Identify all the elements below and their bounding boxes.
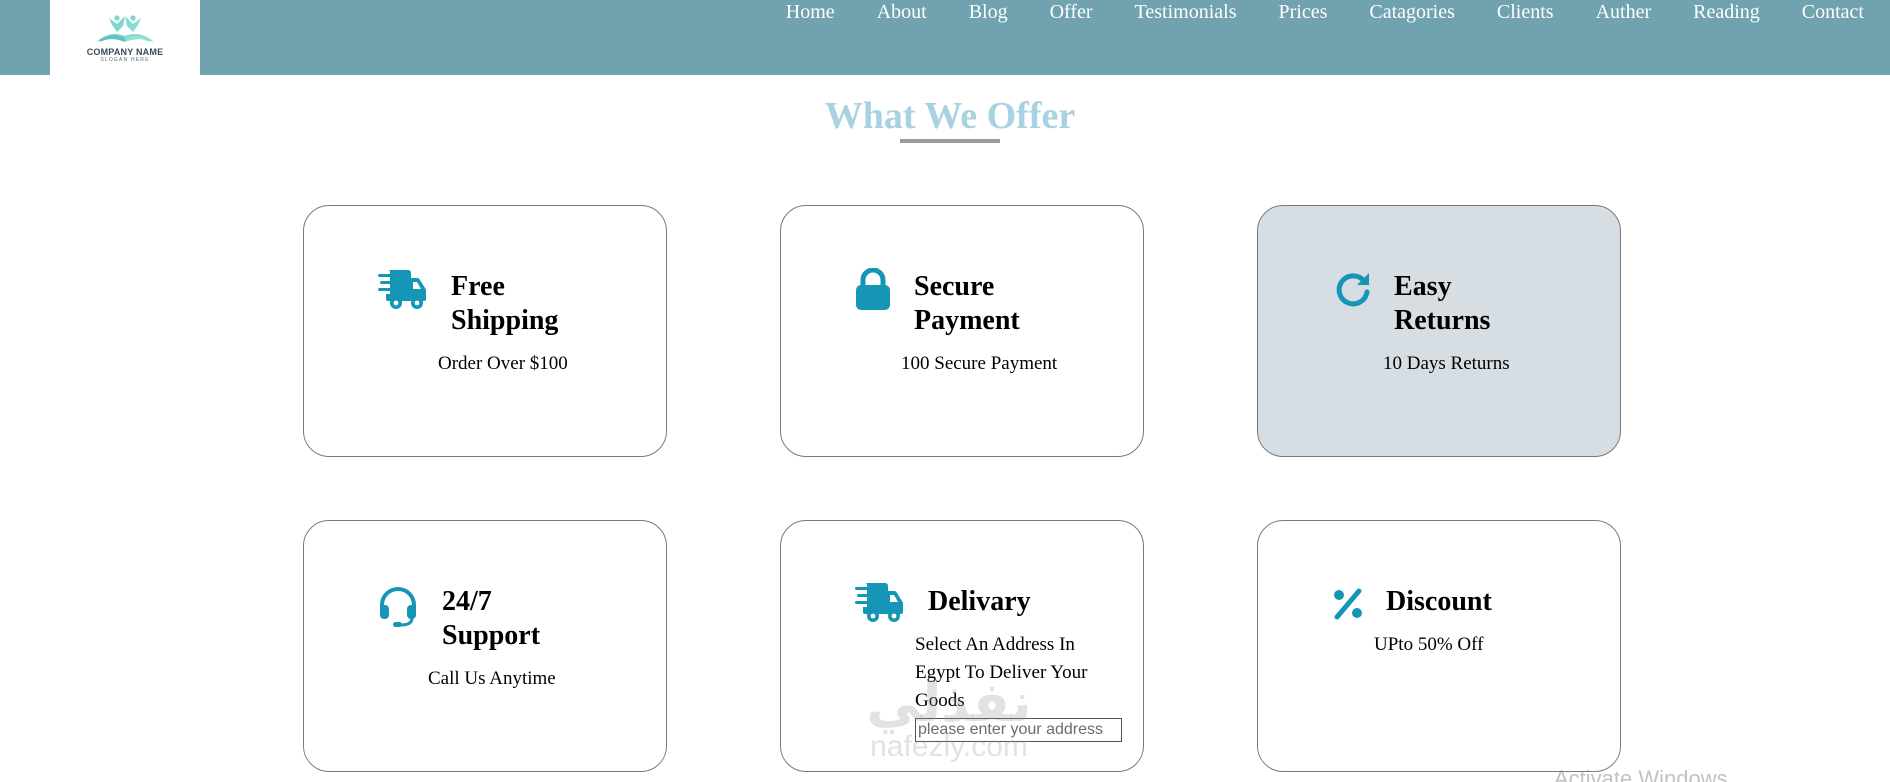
nav-prices[interactable]: Prices — [1278, 0, 1327, 24]
card-delivary[interactable]: Delivary Select An Address In Egypt To D… — [780, 520, 1144, 772]
nav-catagories[interactable]: Catagories — [1369, 0, 1455, 24]
nav-testimonials[interactable]: Testimonials — [1135, 0, 1237, 24]
logo-company-name: COMPANY NAME — [86, 47, 164, 57]
nav-about[interactable]: About — [877, 0, 927, 24]
card-title-line1: Free — [451, 271, 505, 302]
card-title-line2: Shipping — [451, 305, 559, 336]
nav-home[interactable]: Home — [786, 0, 835, 24]
card-text: UPto 50% Off — [1374, 634, 1484, 655]
card-free-shipping[interactable]: Free Shipping Order Over $100 — [303, 205, 667, 457]
card-title-line2: Payment — [914, 305, 1020, 336]
logo-slogan: SLOGAN HERE — [100, 57, 150, 63]
main-nav: Home About Blog Offer Testimonials Price… — [744, 0, 1864, 24]
site-header: COMPANY NAME SLOGAN HERE Home About Blog… — [0, 0, 1890, 75]
nav-contact[interactable]: Contact — [1802, 0, 1864, 24]
card-text: Call Us Anytime — [428, 668, 556, 689]
card-title-line2: Support — [442, 620, 541, 651]
nav-blog[interactable]: Blog — [969, 0, 1008, 24]
logo-mark-icon — [96, 15, 154, 42]
card-text: 100 Secure Payment — [901, 353, 1058, 374]
rotate-right-icon — [1334, 270, 1372, 308]
truck-fast-icon — [378, 270, 426, 310]
card-title-line1: 24/7 — [442, 586, 492, 617]
headset-icon — [377, 585, 419, 627]
card-text-line3: Goods — [915, 690, 965, 711]
card-text-line1: Select An Address In — [915, 634, 1075, 655]
activate-windows-notice: Activate Windows — [1554, 766, 1728, 782]
card-text: 10 Days Returns — [1383, 353, 1510, 374]
card-text-line2: Egypt To Deliver Your — [915, 662, 1088, 683]
address-input[interactable] — [915, 718, 1122, 742]
truck-fast-icon — [855, 583, 903, 623]
company-logo[interactable]: COMPANY NAME SLOGAN HERE — [50, 0, 200, 75]
card-discount[interactable]: Discount UPto 50% Off — [1257, 520, 1621, 772]
card-secure-payment[interactable]: Secure Payment 100 Secure Payment — [780, 205, 1144, 457]
section-title: What We Offer — [824, 95, 1076, 137]
card-easy-returns[interactable]: Easy Returns 10 Days Returns — [1257, 205, 1621, 457]
nav-reading[interactable]: Reading — [1693, 0, 1760, 24]
card-text: Order Over $100 — [438, 353, 568, 374]
nav-auther[interactable]: Auther — [1596, 0, 1652, 24]
nav-clients[interactable]: Clients — [1497, 0, 1554, 24]
lock-icon — [855, 268, 891, 310]
card-title-line1: Easy — [1394, 271, 1452, 302]
title-underline — [900, 139, 1000, 143]
card-title: Discount — [1386, 586, 1492, 617]
card-title-line1: Secure — [914, 271, 995, 302]
card-title: Delivary — [928, 586, 1031, 617]
percent-icon — [1332, 588, 1364, 620]
card-support[interactable]: 24/7 Support Call Us Anytime — [303, 520, 667, 772]
nav-offer[interactable]: Offer — [1050, 0, 1093, 24]
card-title-line2: Returns — [1394, 305, 1491, 336]
